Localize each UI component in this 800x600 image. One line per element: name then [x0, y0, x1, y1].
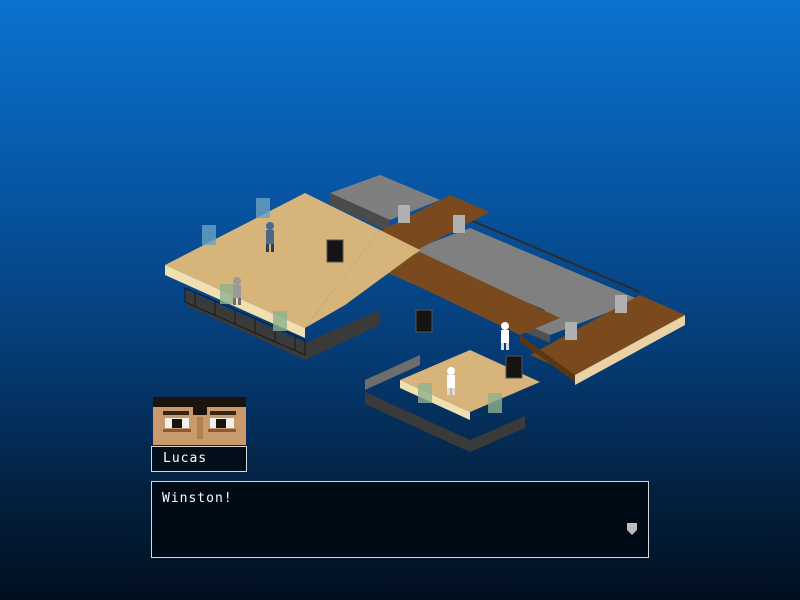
speaker-portrait	[153, 397, 246, 445]
window-pane	[220, 284, 234, 304]
window-pane	[488, 393, 502, 413]
dialog-text: Winston!	[162, 491, 233, 506]
door-north[interactable]	[326, 239, 344, 263]
npc-white-figure[interactable]	[501, 322, 509, 350]
window-pane	[615, 295, 627, 313]
window-pane	[398, 205, 410, 223]
window-pane	[565, 322, 577, 340]
window-pane	[273, 311, 287, 331]
speaker-name: Lucas	[163, 451, 208, 466]
door-center[interactable]	[415, 309, 433, 333]
advance-arrow-icon[interactable]	[627, 523, 637, 535]
window-pane	[202, 225, 216, 245]
window-pane	[418, 383, 432, 403]
door-east[interactable]	[505, 355, 523, 379]
speaker-name-box: Lucas	[151, 446, 247, 472]
dialog-box[interactable]: Winston!	[151, 481, 649, 558]
window-pane	[453, 215, 465, 233]
window-pane	[256, 198, 270, 218]
